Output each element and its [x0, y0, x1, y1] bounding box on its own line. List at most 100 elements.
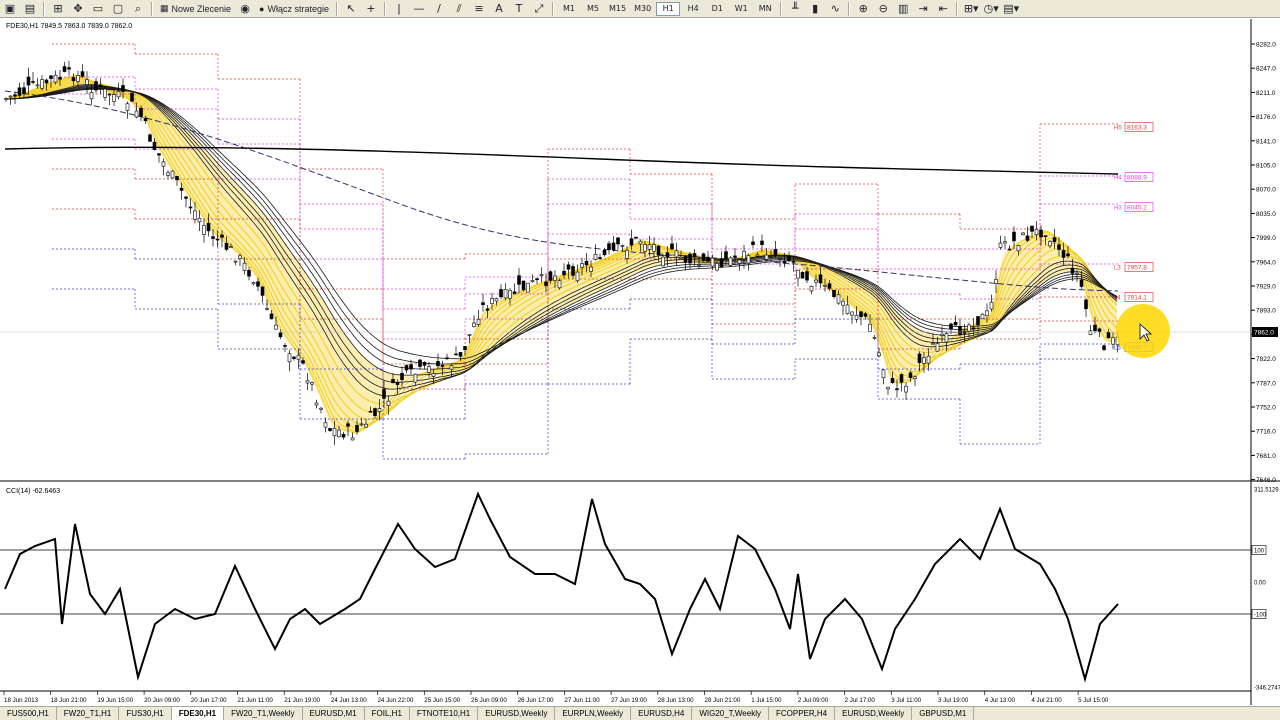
- templates-icon[interactable]: ▤▾: [1002, 1, 1020, 17]
- bull-candle: [526, 282, 530, 293]
- timeframe-w1[interactable]: W1: [730, 1, 752, 17]
- line-chart-icon[interactable]: ∿: [826, 1, 844, 17]
- bear-candle: [454, 353, 458, 356]
- bull-candle: [530, 280, 535, 282]
- chart-tab[interactable]: WIG20_T,Weekly: [692, 707, 769, 720]
- chart-tab[interactable]: FDE30,H1: [171, 707, 225, 720]
- chart-window[interactable]: H5 8163.3 H4 8088.9 H3 8045.2 L3 7957.8 L4 7914.1…: [0, 19, 1280, 705]
- time-tick-label: 4 Jul 13:00: [985, 697, 1016, 704]
- bull-candle: [872, 337, 877, 339]
- bear-candle: [719, 259, 724, 268]
- market-watch-icon[interactable]: ⊞: [49, 1, 67, 17]
- chart-tab[interactable]: EURUSD,Weekly: [478, 707, 556, 720]
- timeframe-h1[interactable]: H1: [656, 1, 681, 16]
- chart-tab[interactable]: FW20_T1,Weekly: [224, 707, 303, 720]
- chart-tab[interactable]: FOIL,H1: [365, 707, 410, 720]
- pivot-level-name: H5: [1114, 126, 1122, 132]
- bar-chart-icon[interactable]: ╨: [786, 1, 804, 17]
- timeframe-m15[interactable]: M15: [606, 1, 629, 17]
- bear-candle: [665, 252, 670, 258]
- zoom-out-icon[interactable]: ⊖: [874, 1, 892, 17]
- bull-candle: [881, 369, 886, 379]
- chart-tab[interactable]: FCOPPER,H4: [769, 707, 836, 720]
- bear-candle: [1097, 328, 1102, 333]
- new-order-button[interactable]: ▦ Nowe Zlecenie: [157, 1, 234, 17]
- label-tool-icon[interactable]: T: [510, 1, 528, 17]
- bull-candle: [679, 256, 683, 259]
- bear-candle: [215, 238, 220, 241]
- bear-candle: [629, 238, 634, 246]
- chart-tab[interactable]: FW20_T1,H1: [57, 707, 120, 720]
- periods-icon[interactable]: ◷▾: [982, 1, 1000, 17]
- cci-tick-label: -100: [1254, 613, 1267, 619]
- bear-candle: [782, 261, 787, 264]
- pivot-level-name: H4: [1114, 176, 1122, 182]
- fibonacci-icon[interactable]: ≡: [470, 1, 488, 17]
- bear-candle: [260, 286, 265, 296]
- bear-candle: [1066, 253, 1070, 257]
- text-tool-icon[interactable]: A: [490, 1, 508, 17]
- chart-tab[interactable]: FUS30,H1: [119, 707, 172, 720]
- autoscroll-icon[interactable]: ⇥: [914, 1, 932, 17]
- time-tick-label: 19 Jun 15:00: [97, 697, 133, 704]
- timeframe-m30[interactable]: M30: [631, 1, 654, 17]
- bear-candle: [247, 270, 251, 277]
- chart-shift-icon[interactable]: ⇤: [934, 1, 952, 17]
- new-chart-icon[interactable]: ▣: [1, 1, 19, 17]
- bear-candle: [283, 345, 287, 347]
- bear-candle: [499, 289, 503, 298]
- timeframe-h4[interactable]: H4: [682, 1, 704, 17]
- bull-candle: [238, 255, 242, 259]
- chart-tab[interactable]: FUS500,H1: [0, 707, 57, 720]
- chart-tab[interactable]: FTNOTE10,H1: [410, 707, 479, 720]
- bear-candle: [751, 241, 755, 245]
- candlestick-icon[interactable]: ▮: [806, 1, 824, 17]
- time-tick-label: 20 Jun 17:00: [191, 697, 227, 704]
- navigator-icon[interactable]: ✥: [69, 1, 87, 17]
- bear-candle: [67, 67, 71, 70]
- horizontal-line-icon[interactable]: —: [410, 1, 428, 17]
- cursor-icon[interactable]: ↖: [342, 1, 360, 17]
- timeframe-d1[interactable]: D1: [706, 1, 728, 17]
- indicators-icon[interactable]: ⊞▾: [962, 1, 980, 17]
- price-tick-label: 7716.0: [1256, 429, 1276, 436]
- tester-icon[interactable]: ⌕: [129, 1, 147, 17]
- time-tick-label: 25 Jun 15:00: [424, 697, 460, 704]
- profiles-icon[interactable]: ▤: [21, 1, 39, 17]
- price-tick-label: 8141.0: [1256, 138, 1276, 145]
- chart-tab[interactable]: GBPUSD,M1: [912, 707, 975, 720]
- folder-icon[interactable]: ▭: [89, 1, 107, 17]
- time-tick-label: 24 Jun 22:00: [378, 697, 414, 704]
- tile-windows-icon[interactable]: ▥: [894, 1, 912, 17]
- bull-candle: [134, 110, 139, 118]
- crosshair-icon[interactable]: +: [362, 1, 380, 17]
- chart-tab[interactable]: EURUSD,H4: [631, 707, 693, 720]
- bull-candle: [854, 314, 859, 320]
- bull-candle: [647, 244, 652, 250]
- bear-candle: [400, 372, 404, 380]
- arrows-tool-icon[interactable]: ⤢: [530, 1, 548, 17]
- chart-tab[interactable]: EURPLN,Weekly: [555, 707, 632, 720]
- bear-candle: [859, 311, 863, 318]
- bear-candle: [211, 236, 215, 239]
- autotrading-icon: ●: [259, 3, 265, 14]
- bear-candle: [818, 274, 823, 284]
- bull-candle: [503, 289, 508, 299]
- bear-candle: [1057, 244, 1061, 250]
- channel-icon[interactable]: ⫽: [450, 1, 468, 17]
- chart-tab[interactable]: EURUSD,Weekly: [835, 707, 913, 720]
- terminal-icon[interactable]: ▢: [109, 1, 127, 17]
- timeframe-m5[interactable]: M5: [582, 1, 604, 17]
- chart-tab[interactable]: EURUSD,M1: [303, 707, 365, 720]
- autotrading-button[interactable]: ● Włącz strategie: [256, 1, 332, 17]
- vertical-line-icon[interactable]: |: [390, 1, 408, 17]
- timeframe-bar: M1 M5 M15 M30 H1 H4 D1 W1 MN: [557, 0, 777, 18]
- chart-header: FDE30,H1 7849.5 7863.0 7839.0 7862.0: [6, 23, 132, 30]
- bear-candle: [220, 234, 224, 238]
- timeframe-mn[interactable]: MN: [754, 1, 776, 17]
- bull-candle: [980, 313, 985, 320]
- timeframe-m1[interactable]: M1: [558, 1, 580, 17]
- trendline-icon[interactable]: /: [430, 1, 448, 17]
- meta-editor-icon[interactable]: ◉: [236, 1, 254, 17]
- zoom-in-icon[interactable]: ⊕: [854, 1, 872, 17]
